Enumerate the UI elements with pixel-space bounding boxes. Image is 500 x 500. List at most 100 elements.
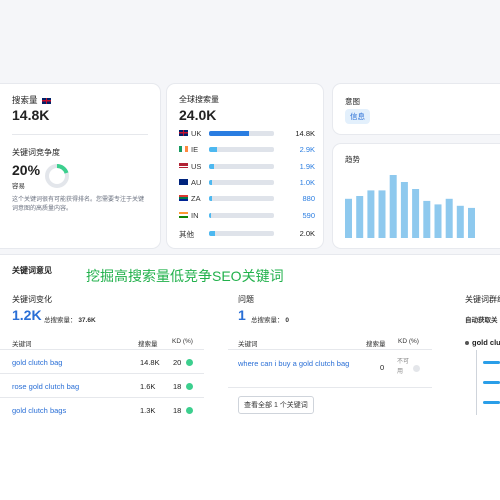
difficulty-level: 容易 bbox=[12, 183, 25, 190]
country-bar bbox=[209, 131, 274, 136]
keyword-kd: 18 bbox=[173, 382, 182, 391]
trend-bar bbox=[345, 198, 352, 238]
uk-flag-icon bbox=[179, 130, 188, 136]
kd-indicator-icon bbox=[186, 359, 193, 366]
country-code: ZA bbox=[191, 194, 201, 204]
keyword-volume: 1.3K bbox=[140, 406, 156, 415]
trend-bar bbox=[445, 198, 453, 238]
global-volume-label: 全球搜索量 bbox=[179, 95, 219, 104]
volume-value: 14.8K bbox=[12, 107, 50, 123]
cluster-branch bbox=[483, 401, 500, 404]
country-row: ZA 880 bbox=[179, 191, 315, 207]
trend-bar bbox=[367, 190, 375, 238]
us-flag-icon bbox=[179, 162, 188, 169]
keyword-ideas-title: 关键词意见 bbox=[12, 266, 52, 275]
page: 搜索量 14.8K 关键词竞争度 20% 容易 这个关键词很有可能获得排名。您需… bbox=[0, 0, 500, 500]
country-value[interactable]: 590 bbox=[302, 211, 315, 220]
country-value[interactable]: 1.0K bbox=[300, 178, 315, 187]
table-row: rose gold clutch bag 1.6K 18 bbox=[0, 374, 204, 398]
keyword-kd: 20 bbox=[173, 358, 182, 367]
trend-bar bbox=[412, 189, 420, 238]
au-flag-icon bbox=[179, 178, 188, 185]
country-value[interactable]: 880 bbox=[302, 194, 315, 203]
keyword-volume: 14.8K bbox=[140, 358, 160, 367]
clusters-sub: 自动获取关 bbox=[465, 317, 498, 324]
cluster-branch bbox=[483, 361, 500, 364]
questions-col-volume: 搜索量 bbox=[366, 341, 386, 348]
country-value[interactable]: 14.8K bbox=[295, 129, 315, 138]
divider bbox=[228, 349, 432, 350]
trend-chart bbox=[345, 175, 475, 238]
variations-label: 关键词变化 bbox=[12, 295, 52, 304]
intent-label: 意图 bbox=[345, 97, 360, 106]
difficulty-description: 这个关键词很有可能获得排名。您需要专注于关键词意图的高质量内容。 bbox=[12, 197, 145, 212]
volume-label: 搜索量 bbox=[12, 94, 51, 106]
divider bbox=[12, 134, 148, 135]
cluster-node-icon bbox=[465, 341, 469, 345]
keyword-kd: 18 bbox=[173, 406, 182, 415]
trend-bar bbox=[434, 204, 442, 238]
country-bar bbox=[209, 196, 274, 202]
kd-indicator-icon bbox=[186, 407, 193, 414]
trend-bar bbox=[468, 207, 475, 238]
country-code: AU bbox=[191, 177, 202, 187]
variations-col-keyword: 关键词 bbox=[12, 341, 32, 348]
view-all-questions-button[interactable]: 查看全部 1 个关键词 bbox=[238, 396, 314, 414]
questions-col-kd: KD (%) bbox=[398, 338, 419, 345]
country-bar bbox=[209, 147, 274, 153]
bottom-blank bbox=[0, 415, 500, 500]
variations-table: gold clutch bag 14.8K 20 rose gold clutch b… bbox=[0, 350, 204, 415]
trend-bar bbox=[378, 190, 386, 238]
country-code: IN bbox=[191, 210, 199, 220]
clusters-label: 关键词群组 bbox=[465, 295, 500, 304]
country-bar bbox=[209, 163, 274, 169]
keyword-link[interactable]: gold clutch bags bbox=[12, 406, 66, 415]
country-row: UK 14.8K bbox=[179, 126, 315, 142]
questions-count[interactable]: 1 bbox=[238, 307, 246, 323]
country-bar bbox=[209, 179, 274, 185]
cluster-branch bbox=[483, 381, 500, 384]
country-value[interactable]: 2.9K bbox=[300, 145, 315, 154]
cluster-node-label[interactable]: gold clu bbox=[472, 338, 500, 347]
country-bar bbox=[209, 212, 274, 218]
question-kd: 不可用 bbox=[397, 359, 410, 375]
trend-bar bbox=[400, 182, 408, 238]
table-row: gold clutch bag 14.8K 20 bbox=[0, 350, 204, 374]
keyword-link[interactable]: gold clutch bag bbox=[12, 358, 62, 367]
variations-col-volume: 搜索量 bbox=[138, 341, 158, 348]
kd-indicator-icon bbox=[186, 383, 193, 390]
questions-col-keyword: 关键词 bbox=[238, 341, 258, 348]
question-volume: 0 bbox=[380, 363, 385, 372]
za-flag-icon bbox=[179, 195, 188, 202]
variations-count[interactable]: 1.2K bbox=[12, 307, 42, 323]
trend-bar bbox=[356, 196, 364, 238]
global-volume-value: 24.0K bbox=[179, 107, 217, 123]
divider bbox=[228, 387, 432, 388]
country-row: IE 2.9K bbox=[179, 142, 315, 158]
country-row: US 1.9K bbox=[179, 159, 315, 175]
keyword-volume: 1.6K bbox=[140, 382, 156, 391]
variations-total: 总搜索量： 37.6K bbox=[44, 317, 96, 324]
country-value[interactable]: 1.9K bbox=[300, 162, 315, 171]
trend-bar bbox=[456, 205, 464, 238]
other-value: 2.0K bbox=[299, 229, 315, 238]
question-keyword-link[interactable]: where can i buy a gold clutch bag bbox=[238, 358, 358, 369]
difficulty-value: 20% bbox=[12, 162, 41, 178]
trend-bar bbox=[389, 175, 397, 238]
country-code: US bbox=[191, 161, 202, 171]
keyword-link[interactable]: rose gold clutch bag bbox=[12, 382, 79, 391]
volume-card: 搜索量 14.8K 关键词竞争度 20% 容易 这个关键词很有可能获得排名。您需… bbox=[0, 84, 160, 248]
country-code: IE bbox=[191, 145, 199, 155]
difficulty-label: 关键词竞争度 bbox=[12, 148, 60, 157]
trend-card: 趋势 bbox=[333, 144, 500, 248]
global-volume-card: 全球搜索量 24.0K UK 14.8K IE 2.9K US 1.9K AU 1.0K ZA 8… bbox=[167, 84, 323, 248]
overlay-title: 挖掘高搜索量低竞争SEO关键词 bbox=[86, 268, 284, 284]
intent-card: 意图 信息 bbox=[333, 84, 500, 134]
cluster-connector bbox=[476, 350, 477, 415]
intent-badge[interactable]: 信息 bbox=[345, 109, 370, 124]
in-flag-icon bbox=[179, 211, 188, 218]
other-label: 其他 bbox=[179, 230, 194, 239]
country-list: UK 14.8K IE 2.9K US 1.9K AU 1.0K ZA 880 IN 590 bbox=[179, 126, 315, 226]
other-row: 其他 2.0K bbox=[179, 226, 315, 242]
trend-bar bbox=[423, 200, 431, 238]
